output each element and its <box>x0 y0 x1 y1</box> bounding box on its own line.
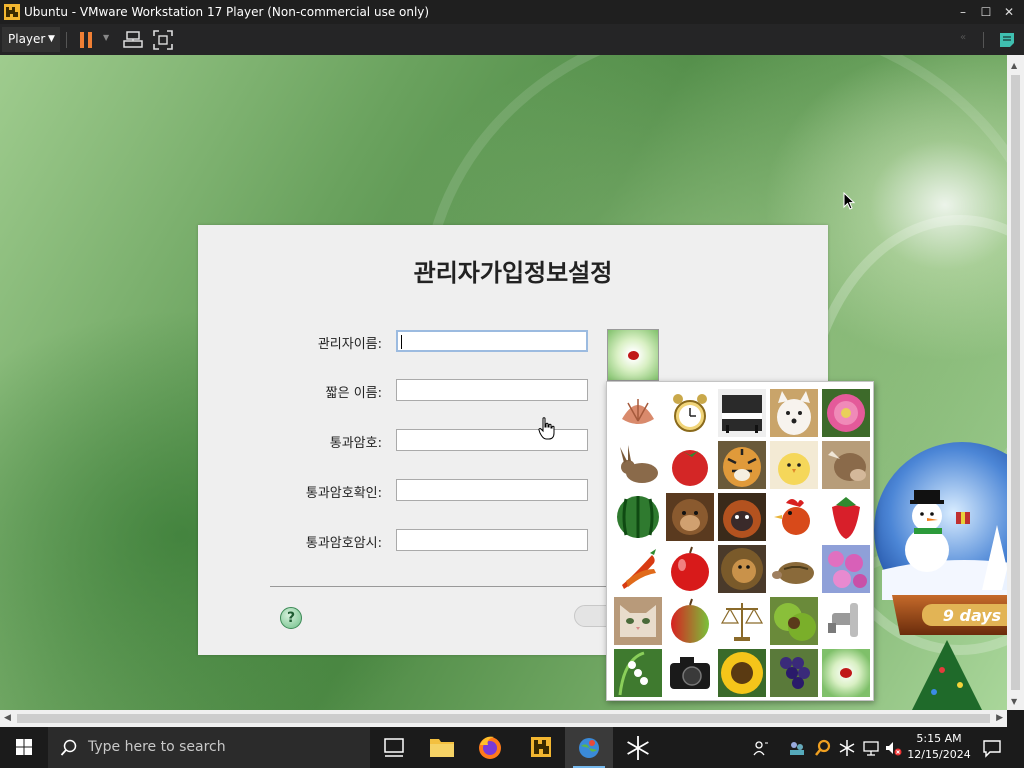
chestnuts-picture[interactable] <box>770 597 818 645</box>
rabbit-picture[interactable] <box>614 441 662 489</box>
short-name-label: 짧은 이름: <box>325 386 382 401</box>
notes-icon[interactable] <box>998 31 1016 49</box>
back-arrows-icon: « <box>960 32 967 43</box>
toolbar-divider <box>66 32 67 48</box>
ladybug-icon <box>628 351 639 360</box>
grapes-picture[interactable] <box>770 649 818 697</box>
player-menu-label: Player <box>8 32 46 46</box>
user-picture-button[interactable] <box>607 329 659 381</box>
admin-name-input[interactable] <box>396 330 588 352</box>
scroll-up-icon[interactable]: ▲ <box>1011 61 1017 70</box>
horizontal-scrollbar[interactable]: ◀ ▶ <box>0 710 1007 727</box>
firefox-icon[interactable] <box>466 727 514 768</box>
ladybug-picture[interactable] <box>822 649 870 697</box>
clock-date: 12/15/2024 <box>907 748 971 761</box>
lilac-flowers-picture[interactable] <box>822 545 870 593</box>
volume-muted-icon[interactable] <box>884 739 902 757</box>
strawberry-picture[interactable] <box>822 493 870 541</box>
fullscreen-icon[interactable] <box>153 30 173 50</box>
green-red-apple-picture[interactable] <box>666 597 714 645</box>
vertical-scroll-thumb[interactable] <box>1011 75 1020 690</box>
notifications-icon[interactable] <box>982 738 1002 758</box>
password-hint-input[interactable] <box>396 529 588 551</box>
lion-picture[interactable] <box>718 545 766 593</box>
search-icon <box>60 739 77 756</box>
red-apple-picture[interactable] <box>666 545 714 593</box>
network-users-icon[interactable] <box>788 739 806 757</box>
globe-app-icon <box>579 738 599 758</box>
password-label: 통과암호: <box>329 436 382 451</box>
chick-picture[interactable] <box>770 441 818 489</box>
password-confirm-input[interactable] <box>396 479 588 501</box>
vmware-taskbar-icon[interactable] <box>517 727 565 768</box>
scroll-right-icon[interactable]: ▶ <box>996 713 1003 723</box>
chevron-down-icon: ▼ <box>48 34 55 44</box>
pink-flower-picture[interactable] <box>822 389 870 437</box>
vm-app-taskbar-item[interactable] <box>565 727 613 768</box>
text-cursor <box>401 335 402 349</box>
alarm-clock-picture[interactable] <box>666 389 714 437</box>
mouse-pointer-icon <box>843 192 856 210</box>
clock-time: 5:15 AM <box>916 732 962 745</box>
lily-of-the-valley-picture[interactable] <box>614 649 662 697</box>
toolbar-divider <box>983 32 984 48</box>
white-dog-picture[interactable] <box>770 389 818 437</box>
piano-picture[interactable] <box>718 389 766 437</box>
tomato-picture[interactable] <box>666 441 714 489</box>
search-placeholder: Type here to search <box>88 739 226 755</box>
horizontal-scroll-thumb[interactable] <box>17 714 990 723</box>
vertical-scrollbar[interactable]: ▲ ▼ <box>1007 55 1024 710</box>
scroll-down-icon[interactable]: ▼ <box>1011 697 1017 706</box>
windows-taskbar: Type here to search 5:15 AM 12/15/2024 <box>0 727 1024 768</box>
window-title-bar: Ubuntu - VMware Workstation 17 Player (N… <box>0 0 1024 24</box>
file-explorer-icon[interactable] <box>418 727 466 768</box>
camera-picture[interactable] <box>666 649 714 697</box>
cow-picture[interactable] <box>822 441 870 489</box>
faucet-picture[interactable] <box>822 597 870 645</box>
hand-cursor-icon <box>538 417 555 440</box>
scales-picture[interactable] <box>718 597 766 645</box>
vmware-logo-icon <box>4 4 20 20</box>
maximize-button[interactable]: ☐ <box>975 3 997 21</box>
scroll-left-icon[interactable]: ◀ <box>4 713 11 723</box>
admin-name-label: 관리자이름: <box>317 337 382 352</box>
pause-dropdown-icon[interactable]: ▼ <box>103 33 109 42</box>
cat-picture[interactable] <box>614 597 662 645</box>
snowflake-tray-icon[interactable] <box>838 739 856 757</box>
player-menu-button[interactable]: Player ▼ <box>2 27 60 52</box>
password-input[interactable] <box>396 429 588 451</box>
monkey-picture[interactable] <box>666 493 714 541</box>
help-button[interactable]: ? <box>280 607 302 629</box>
page-title: 관리자가입정보설정 <box>413 259 613 287</box>
taskbar-clock[interactable]: 5:15 AM 12/15/2024 <box>906 731 972 763</box>
chili-pepper-picture[interactable] <box>614 545 662 593</box>
shell-picture[interactable] <box>614 389 662 437</box>
player-toolbar: Player ▼ ▼ « <box>0 24 1024 55</box>
countdown-label: 9 days <box>943 606 1001 625</box>
sunflower-picture[interactable] <box>718 649 766 697</box>
close-button[interactable]: ✕ <box>998 3 1020 21</box>
tortoise-picture[interactable] <box>770 545 818 593</box>
send-ctrl-alt-del-icon[interactable] <box>123 31 143 49</box>
picture-picker-popup <box>606 381 874 701</box>
people-icon[interactable] <box>752 739 770 757</box>
snow-globe-countdown-gadget: 9 days <box>874 442 1007 710</box>
password-confirm-label: 통과암호확인: <box>305 486 382 501</box>
snowflake-app-icon[interactable] <box>614 727 662 768</box>
pause-icon[interactable] <box>79 31 93 49</box>
network-icon[interactable] <box>862 739 880 757</box>
windows-start-button[interactable] <box>0 727 48 768</box>
task-view-icon[interactable] <box>370 727 418 768</box>
minimize-button[interactable]: – <box>952 3 974 21</box>
orangutan-picture[interactable] <box>718 493 766 541</box>
watermelon-picture[interactable] <box>614 493 662 541</box>
password-hint-label: 통과암호암시: <box>305 536 382 551</box>
search-app-icon[interactable] <box>814 739 832 757</box>
short-name-input[interactable] <box>396 379 588 401</box>
taskbar-search-box[interactable]: Type here to search <box>48 727 370 768</box>
window-title: Ubuntu - VMware Workstation 17 Player (N… <box>24 5 430 19</box>
tiger-picture[interactable] <box>718 441 766 489</box>
rooster-picture[interactable] <box>770 493 818 541</box>
